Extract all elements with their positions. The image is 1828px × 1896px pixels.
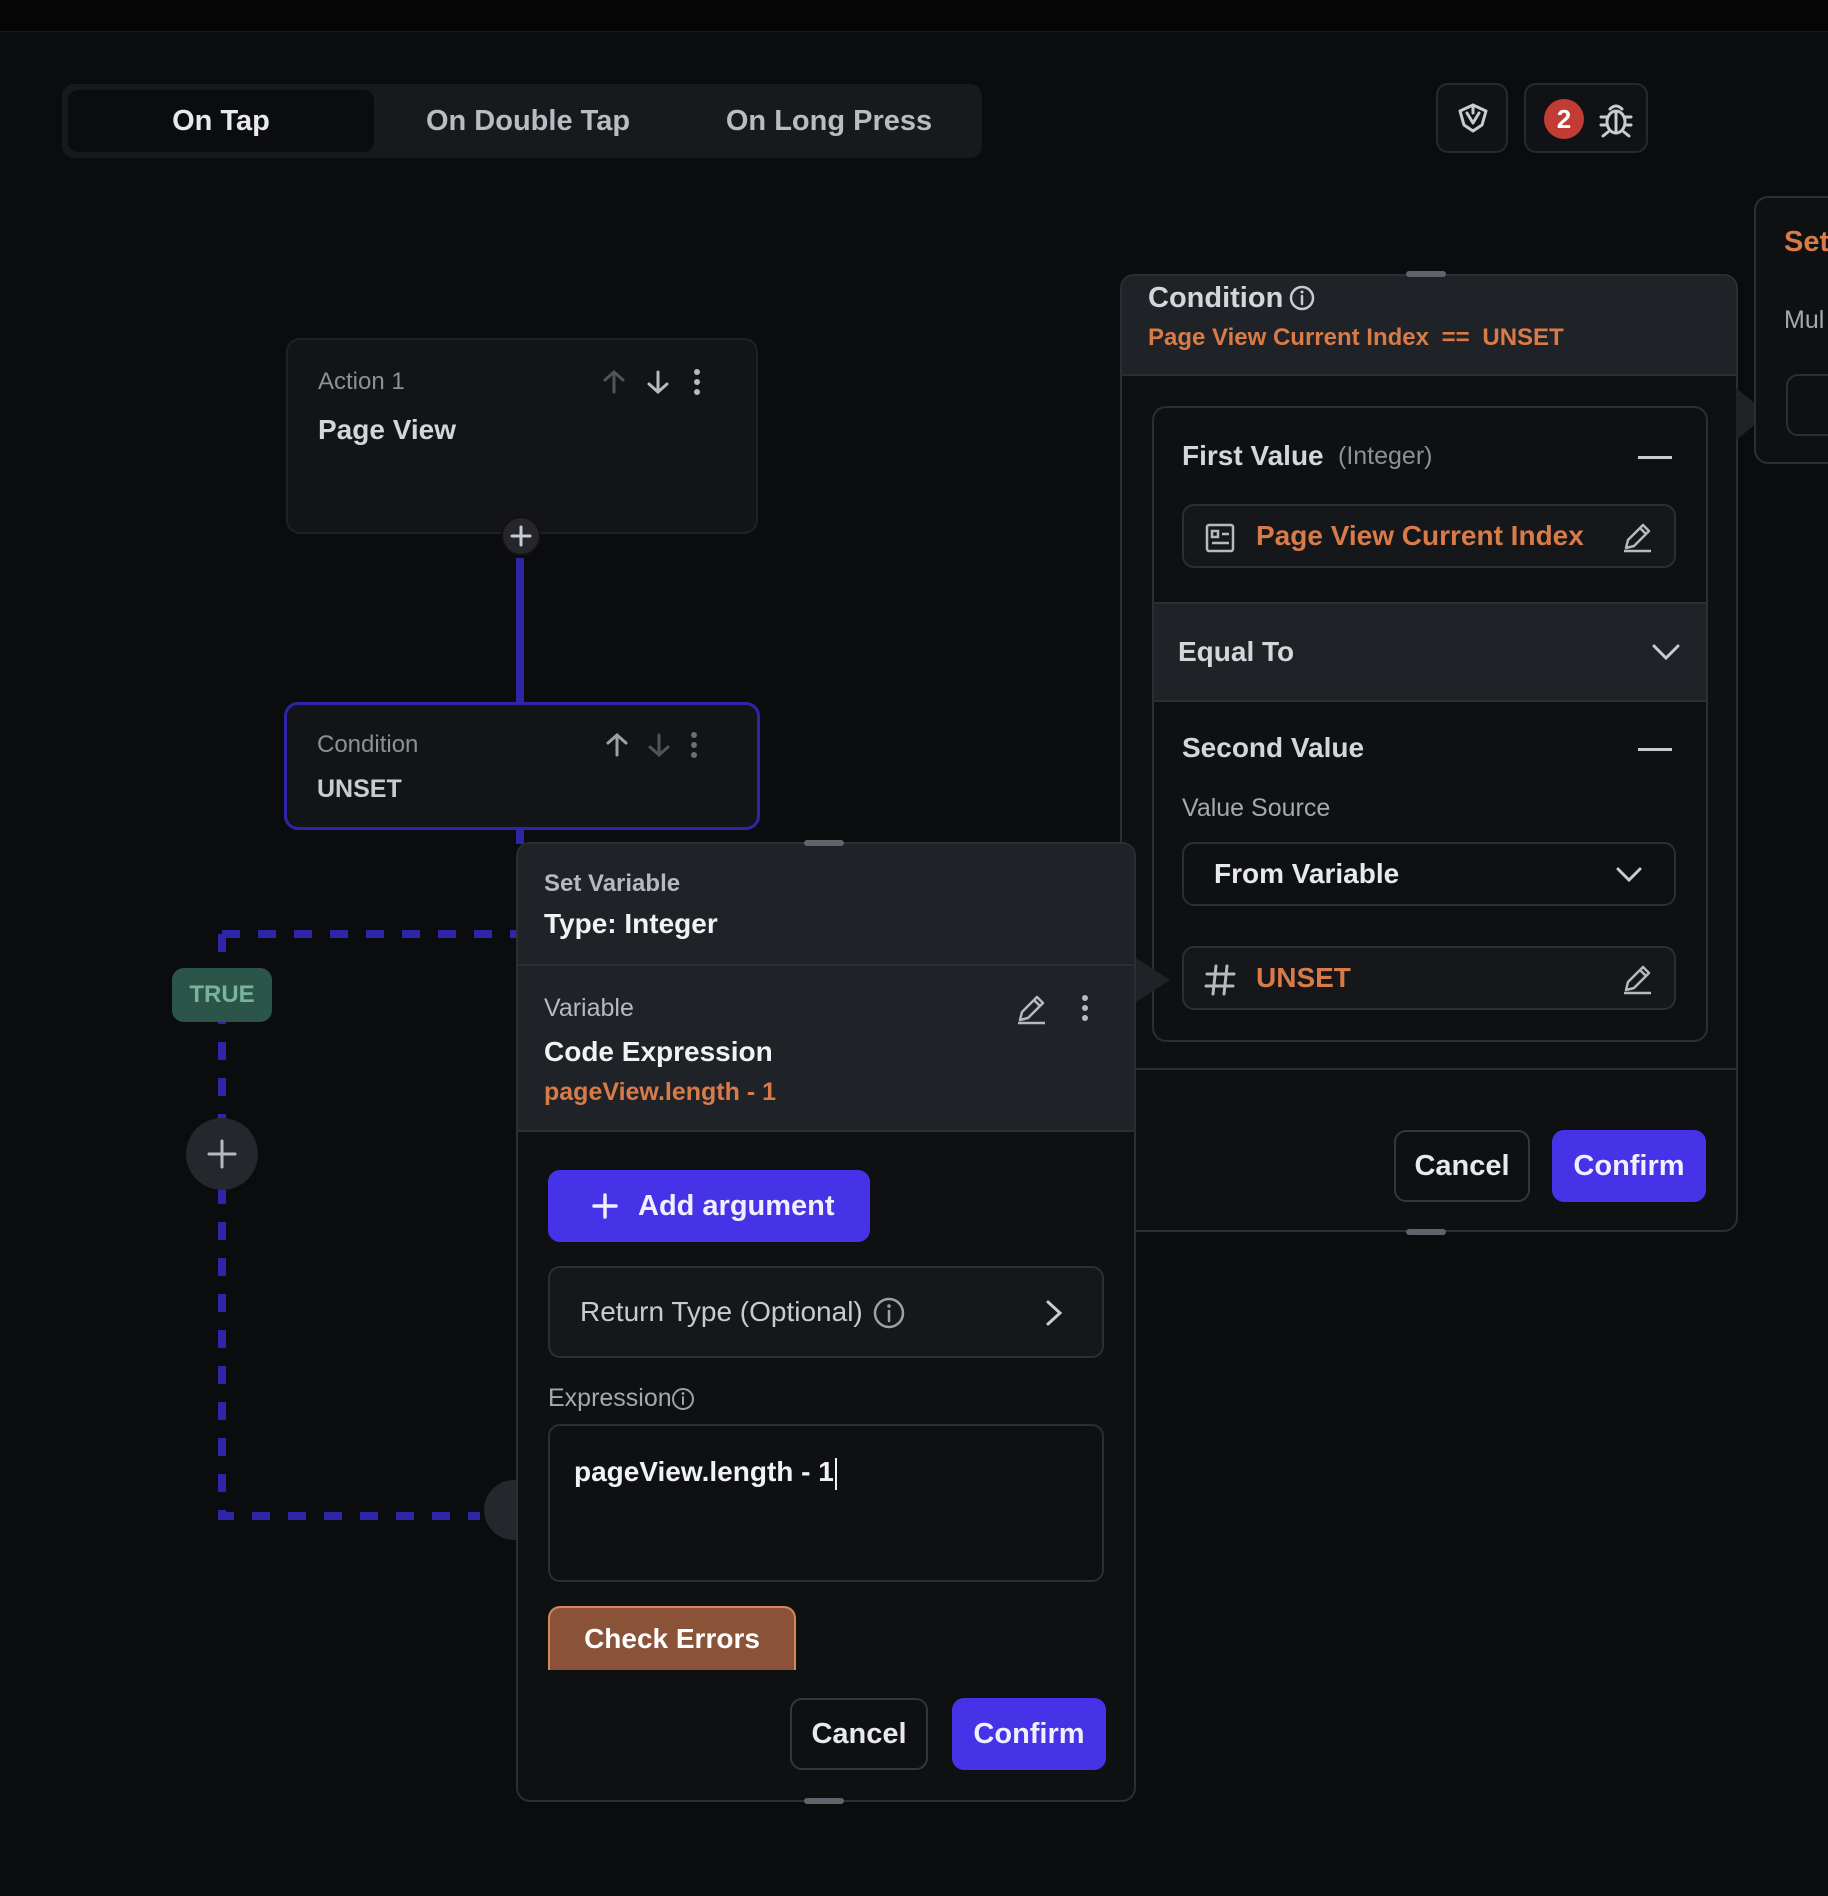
true-branch-badge: TRUE xyxy=(172,968,272,1022)
side-panel-subtitle: Mul xyxy=(1784,306,1825,334)
resize-handle[interactable] xyxy=(1406,1229,1446,1235)
condition-summary: Page View Current Index == UNSET xyxy=(1148,324,1564,352)
expression-value: pageView.length - 1 xyxy=(574,1456,834,1487)
expression-text[interactable]: pageView.length - 1 xyxy=(574,1456,837,1490)
operator-dropdown[interactable]: Equal To xyxy=(1154,602,1706,702)
more-menu-icon[interactable] xyxy=(689,731,699,759)
value-source-value: From Variable xyxy=(1214,858,1400,889)
collapse-first-value-icon[interactable] xyxy=(1638,456,1672,459)
set-variable-title: Set Variable xyxy=(544,870,681,897)
ai-agent-button[interactable] xyxy=(1436,83,1508,153)
value-source-dropdown[interactable]: From Variable xyxy=(1182,842,1676,906)
condition-node-label: Condition xyxy=(317,731,419,758)
condition-panel-title: Condition xyxy=(1148,282,1284,314)
text-cursor xyxy=(834,1457,837,1490)
operator-value: Equal To xyxy=(1178,636,1295,667)
top-bar xyxy=(0,0,1828,32)
plus-icon xyxy=(510,525,532,547)
info-icon[interactable] xyxy=(670,1386,696,1412)
bug-icon xyxy=(1596,99,1636,139)
condition-panel-header: Condition Page View Current Index == UNS… xyxy=(1122,276,1736,376)
side-panel: Set Mul xyxy=(1754,196,1828,464)
add-true-action-button[interactable] xyxy=(186,1118,258,1190)
collapse-second-value-icon[interactable] xyxy=(1638,748,1672,751)
edit-icon[interactable] xyxy=(1620,962,1654,996)
summary-operator: == xyxy=(1441,324,1470,351)
condition-panel: Condition Page View Current Index == UNS… xyxy=(1120,274,1738,1232)
condition-node-value: UNSET xyxy=(317,775,402,803)
panel-pointer xyxy=(1136,958,1170,1002)
first-value-label: First Value xyxy=(1182,440,1324,471)
edit-icon[interactable] xyxy=(1620,520,1654,554)
edit-icon[interactable] xyxy=(1014,992,1048,1026)
add-argument-label: Add argument xyxy=(638,1189,835,1222)
divider xyxy=(1122,1068,1736,1070)
condition-node[interactable]: Condition UNSET xyxy=(284,702,760,830)
info-icon[interactable] xyxy=(872,1296,906,1330)
summary-right: UNSET xyxy=(1482,324,1564,351)
tab-on-long-press[interactable]: On Long Press xyxy=(682,90,976,152)
plus-icon xyxy=(592,1193,618,1219)
side-panel-field[interactable] xyxy=(1786,374,1828,436)
variable-value: pageView.length - 1 xyxy=(544,1078,776,1106)
action-title: Page View xyxy=(318,414,457,445)
set-variable-cancel-button[interactable]: Cancel xyxy=(790,1698,928,1770)
info-icon[interactable] xyxy=(1288,284,1316,312)
set-variable-header: Set Variable Type: Integer xyxy=(518,844,1134,966)
condition-cancel-button[interactable]: Cancel xyxy=(1394,1130,1530,1202)
error-count-badge: 2 xyxy=(1544,99,1584,139)
trigger-tabs: On Tap On Double Tap On Long Press xyxy=(62,84,982,158)
more-menu-icon[interactable] xyxy=(1080,994,1090,1022)
second-value-label: Second Value xyxy=(1182,732,1365,763)
page-view-widget-icon xyxy=(1204,522,1236,554)
first-value-type: (Integer) xyxy=(1338,442,1433,470)
move-down-icon[interactable] xyxy=(644,368,672,396)
add-action-button[interactable] xyxy=(501,516,541,556)
value-source-label: Value Source xyxy=(1182,794,1331,822)
flow-connector xyxy=(516,830,524,844)
resize-handle[interactable] xyxy=(1406,271,1446,277)
plus-icon xyxy=(207,1139,237,1169)
add-argument-button[interactable]: Add argument xyxy=(548,1170,870,1242)
set-variable-type: Type: Integer xyxy=(544,908,718,939)
chevron-down-icon xyxy=(1614,864,1644,886)
chevron-right-icon xyxy=(1044,1298,1064,1328)
move-up-icon[interactable] xyxy=(603,731,631,759)
check-errors-button[interactable]: Check Errors xyxy=(548,1606,796,1670)
expression-label: Expression xyxy=(548,1384,672,1412)
summary-left: Page View Current Index xyxy=(1148,324,1429,351)
flow-connector xyxy=(516,558,524,702)
comparison-box: First Value (Integer) Page View Current … xyxy=(1152,406,1708,1042)
action-index-label: Action 1 xyxy=(318,368,405,395)
first-value-text: Page View Current Index xyxy=(1256,520,1584,551)
resize-handle[interactable] xyxy=(804,1798,844,1804)
variable-section: Variable Code Expression pageView.length… xyxy=(518,966,1134,1132)
tab-on-double-tap[interactable]: On Double Tap xyxy=(378,90,678,152)
move-down-icon[interactable] xyxy=(645,731,673,759)
return-type-label: Return Type (Optional) xyxy=(580,1296,863,1327)
variable-title: Code Expression xyxy=(544,1036,773,1067)
action-1-node[interactable]: Action 1 Page View xyxy=(286,338,758,534)
set-variable-confirm-button[interactable]: Confirm xyxy=(952,1698,1106,1770)
return-type-row[interactable]: Return Type (Optional) xyxy=(548,1266,1104,1358)
more-menu-icon[interactable] xyxy=(692,368,702,396)
second-value-field[interactable]: UNSET xyxy=(1182,946,1676,1010)
hash-icon xyxy=(1202,962,1238,998)
resize-handle[interactable] xyxy=(804,840,844,846)
first-value-field[interactable]: Page View Current Index xyxy=(1182,504,1676,568)
debug-button[interactable]: 2 xyxy=(1524,83,1648,153)
expression-editor[interactable]: pageView.length - 1 xyxy=(548,1424,1104,1582)
ai-agent-icon xyxy=(1454,99,1492,137)
set-variable-panel: Set Variable Type: Integer Variable Code… xyxy=(516,842,1136,1802)
second-value-text: UNSET xyxy=(1256,962,1351,993)
tab-on-tap[interactable]: On Tap xyxy=(68,90,374,152)
move-up-icon[interactable] xyxy=(600,368,628,396)
condition-confirm-button[interactable]: Confirm xyxy=(1552,1130,1706,1202)
variable-label: Variable xyxy=(544,994,634,1022)
side-panel-title: Set xyxy=(1784,226,1828,258)
chevron-down-icon xyxy=(1650,640,1682,664)
